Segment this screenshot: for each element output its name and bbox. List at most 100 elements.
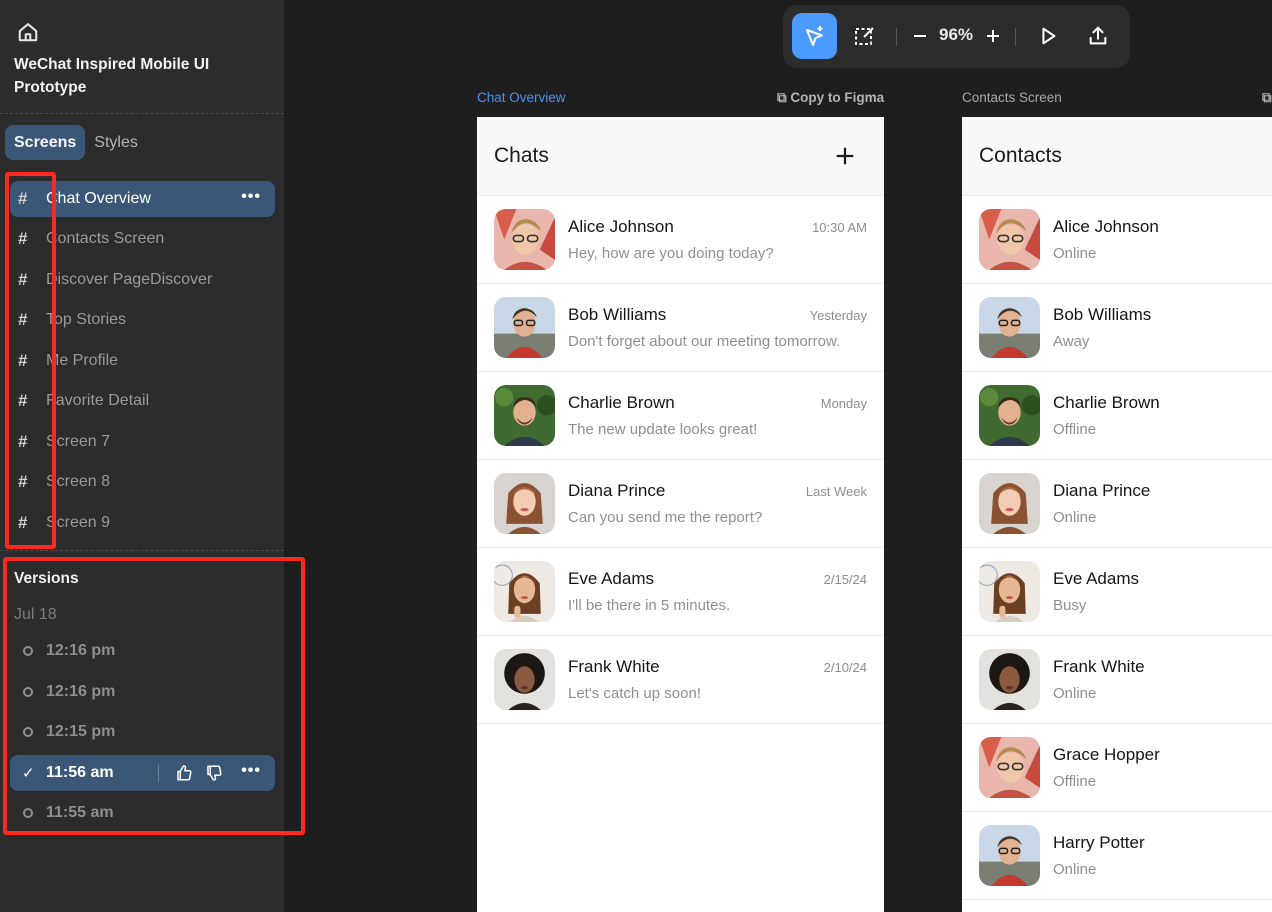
copy-to-figma-link[interactable]: ⧉ Copy to Figma bbox=[777, 90, 884, 106]
contacts-header: Contacts bbox=[962, 117, 1272, 196]
contact-name: Eve Adams bbox=[568, 569, 654, 588]
tab-styles[interactable]: Styles bbox=[85, 125, 147, 160]
frame-label-contacts-screen[interactable]: Contacts Screen bbox=[962, 90, 1062, 105]
contact-row[interactable]: Grace Hopper Offline bbox=[962, 724, 1272, 812]
screen-item-label: Chat Overview bbox=[46, 189, 151, 207]
contact-list: Alice Johnson Online Bob Williams Away Charl… bbox=[962, 196, 1272, 900]
play-button[interactable] bbox=[1025, 13, 1070, 59]
screen-item-label: Favorite Detail bbox=[46, 392, 150, 410]
edit-selection-button[interactable] bbox=[842, 13, 887, 59]
contact-name: Harry Potter bbox=[1053, 833, 1145, 852]
message-preview: Can you send me the report? bbox=[568, 509, 763, 526]
screen-item-label: Top Stories bbox=[46, 311, 127, 329]
ai-cursor-button[interactable] bbox=[792, 13, 837, 59]
message-timestamp: 10:30 AM bbox=[812, 220, 867, 235]
contact-name: Grace Hopper bbox=[1053, 745, 1160, 764]
toolbar-divider bbox=[1015, 28, 1016, 46]
chat-row[interactable]: Bob Williams Don't forget about our meeti… bbox=[477, 284, 884, 372]
chat-row[interactable]: Diana Prince Can you send me the report? L… bbox=[477, 460, 884, 548]
frame-chat-overview: Chats Alice Johnson Hey, how are you doin… bbox=[477, 117, 884, 912]
plus-icon bbox=[986, 30, 999, 42]
contact-name: Alice Johnson bbox=[568, 217, 674, 236]
contact-name: Frank White bbox=[568, 657, 660, 676]
contact-row[interactable]: Harry Potter Online bbox=[962, 812, 1272, 900]
contact-name: Charlie Brown bbox=[1053, 393, 1160, 412]
figma-icon: ⧉ bbox=[1262, 90, 1272, 105]
contact-name: Eve Adams bbox=[1053, 569, 1139, 588]
contact-row[interactable]: Alice Johnson Online bbox=[962, 196, 1272, 284]
avatar bbox=[494, 297, 555, 358]
screen-item-label: Discover PageDiscover bbox=[46, 270, 213, 288]
export-icon bbox=[1089, 26, 1106, 45]
copy-to-figma-link[interactable]: ⧉ bbox=[1262, 90, 1272, 106]
contact-name: Diana Prince bbox=[1053, 481, 1151, 500]
chat-row[interactable]: Eve Adams I'll be there in 5 minutes. 2/15… bbox=[477, 548, 884, 636]
highlight-box-versions bbox=[3, 557, 305, 835]
sidebar-tabs: Screens Styles bbox=[5, 125, 147, 160]
contact-status: Online bbox=[1053, 685, 1097, 702]
message-timestamp: Yesterday bbox=[809, 308, 867, 323]
contact-status: Online bbox=[1053, 861, 1097, 878]
highlight-box-screens bbox=[5, 172, 56, 549]
contact-row[interactable]: Eve Adams Busy bbox=[962, 548, 1272, 636]
message-preview: Let's catch up soon! bbox=[568, 685, 701, 702]
avatar bbox=[494, 649, 555, 710]
avatar bbox=[494, 473, 555, 534]
contact-name: Bob Williams bbox=[1053, 305, 1152, 324]
avatar bbox=[979, 473, 1040, 534]
frame-label-chat-overview[interactable]: Chat Overview bbox=[477, 90, 566, 105]
contact-status: Online bbox=[1053, 245, 1097, 262]
export-button[interactable] bbox=[1075, 13, 1120, 59]
contact-status: Away bbox=[1053, 333, 1090, 350]
message-timestamp: Last Week bbox=[805, 484, 867, 499]
screen-item-label: Contacts Screen bbox=[46, 230, 165, 248]
divider bbox=[0, 550, 284, 551]
chat-row[interactable]: Charlie Brown The new update looks great!… bbox=[477, 372, 884, 460]
contact-name: Diana Prince bbox=[568, 481, 666, 500]
copy-to-figma-label: Copy to Figma bbox=[790, 90, 885, 105]
add-icon[interactable] bbox=[834, 145, 856, 167]
zoom-level[interactable]: 96% bbox=[939, 25, 973, 45]
message-preview: Hey, how are you doing today? bbox=[568, 245, 774, 262]
message-preview: The new update looks great! bbox=[568, 421, 758, 438]
minus-icon bbox=[913, 35, 926, 37]
screen-item-label: Me Profile bbox=[46, 351, 119, 369]
contact-name: Frank White bbox=[1053, 657, 1145, 676]
contact-name: Charlie Brown bbox=[568, 393, 675, 412]
ai-cursor-icon bbox=[805, 26, 823, 46]
home-icon[interactable] bbox=[17, 21, 39, 43]
contact-row[interactable]: Bob Williams Away bbox=[962, 284, 1272, 372]
message-timestamp: 2/15/24 bbox=[823, 572, 867, 587]
contact-name: Bob Williams bbox=[568, 305, 667, 324]
chat-list: Alice Johnson Hey, how are you doing toda… bbox=[477, 196, 884, 724]
contact-status: Offline bbox=[1053, 773, 1097, 790]
contact-status: Busy bbox=[1053, 597, 1087, 614]
avatar bbox=[494, 209, 555, 270]
avatar bbox=[979, 297, 1040, 358]
avatar bbox=[494, 561, 555, 622]
screen-title: Chats bbox=[494, 144, 549, 167]
contact-row[interactable]: Charlie Brown Offline bbox=[962, 372, 1272, 460]
avatar bbox=[979, 209, 1040, 270]
message-preview: I'll be there in 5 minutes. bbox=[568, 597, 731, 614]
contact-name: Alice Johnson bbox=[1053, 217, 1159, 236]
avatar bbox=[979, 385, 1040, 446]
play-icon bbox=[1041, 27, 1055, 45]
project-title: WeChat Inspired Mobile UI Prototype bbox=[14, 56, 210, 96]
message-timestamp: Monday bbox=[820, 396, 867, 411]
screen-title: Contacts bbox=[979, 144, 1062, 167]
zoom-out-button[interactable] bbox=[897, 13, 942, 59]
message-preview: Don't forget about our meeting tomorrow. bbox=[568, 333, 841, 350]
zoom-in-button[interactable] bbox=[970, 13, 1015, 59]
avatar bbox=[979, 649, 1040, 710]
more-options-icon[interactable]: ••• bbox=[241, 188, 261, 206]
edit-selection-icon bbox=[854, 27, 874, 45]
chat-row[interactable]: Alice Johnson Hey, how are you doing toda… bbox=[477, 196, 884, 284]
avatar bbox=[494, 385, 555, 446]
chats-header: Chats bbox=[477, 117, 884, 196]
contact-row[interactable]: Diana Prince Online bbox=[962, 460, 1272, 548]
chat-row[interactable]: Frank White Let's catch up soon! 2/10/24 bbox=[477, 636, 884, 724]
contact-row[interactable]: Frank White Online bbox=[962, 636, 1272, 724]
frame-contacts-screen: Contacts Alice Johnson Online Bob Williams… bbox=[962, 117, 1272, 912]
tab-screens[interactable]: Screens bbox=[5, 125, 86, 160]
